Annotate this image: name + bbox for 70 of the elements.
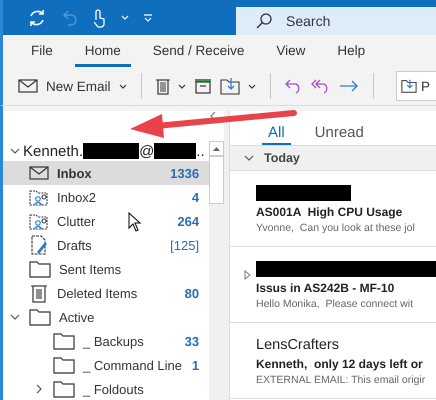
preview-text: Hello Monika, Please connect wit <box>256 298 414 310</box>
folder-icon <box>53 332 75 350</box>
forward-icon <box>338 80 359 92</box>
chevron-down-icon <box>10 148 20 154</box>
subject-text: Kenneth, only 12 days left or <box>256 357 424 371</box>
undo-icon <box>61 8 77 26</box>
folder-item[interactable]: Inbox 1336 <box>3 161 210 185</box>
redaction-bar <box>154 143 196 159</box>
scrollbar[interactable] <box>209 141 224 400</box>
scroll-up-button[interactable] <box>209 141 224 156</box>
trash-icon <box>156 77 170 95</box>
folder-item[interactable]: Sent Items <box>3 257 210 281</box>
mail-icon <box>29 165 49 181</box>
sync-icon <box>27 8 47 28</box>
search-field[interactable]: Search <box>236 7 436 35</box>
subject-text: Issus in AS242B - MF-10 <box>256 281 396 295</box>
caret-icon <box>248 84 256 88</box>
chevron-down-icon <box>10 314 20 320</box>
expand-thread-icon[interactable] <box>244 270 251 280</box>
account-name: .. <box>196 142 205 160</box>
sender-name: LensCrafters <box>256 336 340 352</box>
drafts-icon <box>29 235 49 255</box>
folder-item[interactable]: Drafts [125] <box>3 233 210 257</box>
folder-item[interactable]: _ Foldouts <box>3 377 210 400</box>
caret-icon <box>118 84 127 88</box>
menu-tab[interactable]: Help <box>327 43 376 67</box>
move-folder-icon <box>220 77 240 95</box>
touch-icon <box>91 8 107 28</box>
filter-tab[interactable]: Unread <box>308 123 370 145</box>
new-email-button[interactable]: New Email <box>18 78 127 94</box>
chevron-down-icon <box>244 155 254 161</box>
message-item[interactable]: Issus in AS242B - MF-10 Hello Monika, Please connect wit <box>230 247 436 323</box>
customize-icon <box>143 14 153 22</box>
group-header[interactable]: Today <box>230 146 436 171</box>
subject-text: AS001A High CPU Usage <box>256 205 404 219</box>
shared-folder-icon <box>29 188 49 206</box>
preview-text: Yvonne, Can you look at these jol <box>256 222 416 234</box>
envelope-icon <box>18 79 38 93</box>
shared-folder-icon <box>29 212 49 230</box>
folder-icon <box>29 308 51 326</box>
message-item[interactable]: LensCrafters Kenneth, only 12 days left or EXTERNAL EMAIL: This email origir <box>230 323 436 399</box>
scroll-up-icon <box>213 146 220 150</box>
folder-item[interactable]: Inbox2 4 <box>3 185 210 209</box>
move-button[interactable]: P <box>396 71 436 101</box>
group-label: Today <box>264 151 300 165</box>
account-name: @ <box>139 142 154 160</box>
move-folder-icon <box>401 78 417 94</box>
mouse-pointer-icon <box>128 212 142 232</box>
folder-item[interactable]: Clutter 264 <box>3 209 210 233</box>
menu-tab[interactable]: File <box>21 43 63 67</box>
trash-icon <box>29 283 49 303</box>
folder-item[interactable]: Deleted Items 80 <box>3 281 210 305</box>
scroll-thumb[interactable] <box>209 156 224 204</box>
folder-item[interactable]: Active <box>3 305 210 329</box>
search-icon <box>256 13 272 29</box>
preview-text: EXTERNAL EMAIL: This email origir <box>256 374 426 386</box>
folder-icon <box>53 380 75 398</box>
archive-icon <box>194 78 212 94</box>
redaction-bar <box>83 143 140 159</box>
menu-tab[interactable]: View <box>266 43 316 67</box>
folder-icon <box>29 260 51 278</box>
chevron-right-icon <box>36 384 42 394</box>
menu-tab[interactable]: Send / Receive <box>142 43 254 67</box>
folder-icon <box>53 356 75 374</box>
folder-item[interactable]: _ Command Line 1 <box>3 353 210 377</box>
folder-item[interactable]: _ Backups 33 <box>3 329 210 353</box>
caret-icon <box>178 84 186 88</box>
message-item[interactable]: AS001A High CPU Usage Yvonne, Can you look at these jol <box>230 171 436 247</box>
account-name: Kenneth. <box>23 142 84 160</box>
caret-icon <box>121 15 129 20</box>
